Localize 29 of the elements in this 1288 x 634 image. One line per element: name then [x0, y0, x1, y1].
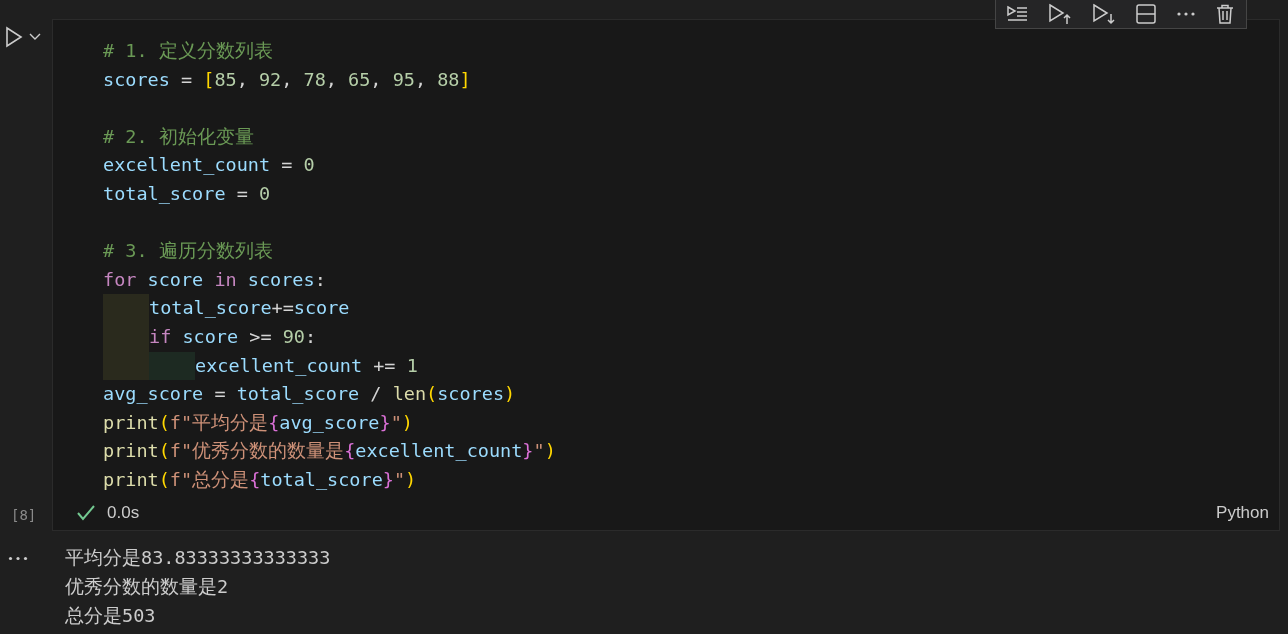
code-line: print(f"平均分是{avg_score}")	[103, 410, 413, 435]
chevron-down-icon[interactable]	[29, 33, 41, 41]
code-line: # 2. 初始化变量	[103, 124, 254, 149]
code-line: excellent_count = 0	[103, 153, 315, 178]
code-line: total_score+=score	[149, 296, 350, 321]
code-line: print(f"优秀分数的数量是{excellent_count}")	[103, 439, 556, 464]
execution-time: 0.0s	[107, 503, 140, 523]
run-by-line-icon[interactable]	[1006, 3, 1028, 24]
code-line: if score >= 90:	[149, 324, 317, 349]
split-cell-icon[interactable]	[1136, 3, 1156, 24]
more-icon[interactable]	[1176, 10, 1196, 17]
code-line: scores = [85, 92, 78, 65, 95, 88]	[103, 67, 471, 92]
output-line: 平均分是83.83333333333333	[65, 546, 331, 570]
code-line: avg_score = total_score / len(scores)	[103, 382, 516, 407]
delete-icon[interactable]	[1216, 3, 1234, 24]
language-label[interactable]: Python	[1216, 503, 1269, 523]
output-line: 优秀分数的数量是2	[65, 575, 230, 599]
code-line: # 1. 定义分数列表	[103, 39, 273, 63]
run-icon[interactable]	[5, 26, 23, 48]
code-line: excellent_count += 1	[195, 353, 418, 378]
code-line: for score in scores:	[103, 267, 326, 292]
code-line: total_score = 0	[103, 181, 271, 206]
output-line: 总分是503	[65, 604, 157, 628]
code-line: print(f"总分是{total_score}")	[103, 467, 417, 492]
run-above-icon[interactable]	[1048, 2, 1072, 25]
more-icon[interactable]	[8, 556, 28, 561]
execution-count: [8]	[10, 507, 38, 525]
code-line: # 3. 遍历分数列表	[103, 239, 273, 264]
run-below-icon[interactable]	[1092, 2, 1116, 25]
